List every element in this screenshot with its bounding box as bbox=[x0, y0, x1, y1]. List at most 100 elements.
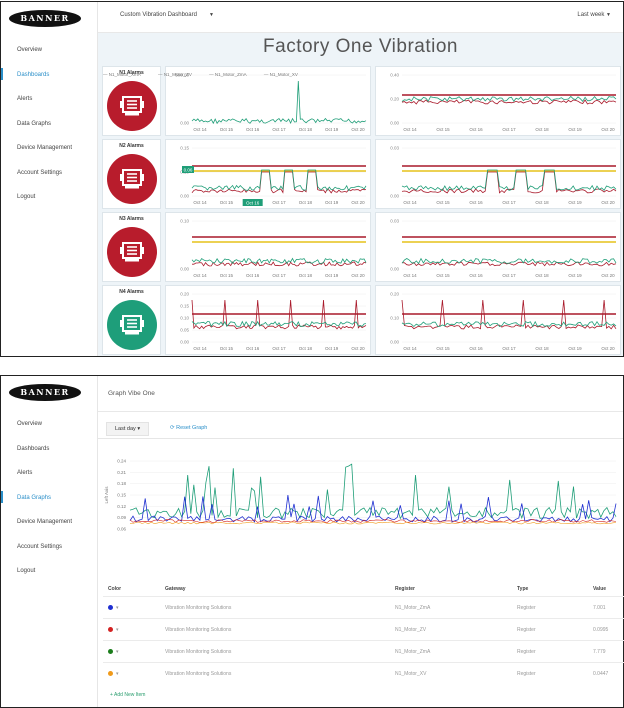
vibration-chart-n1-b[interactable]: 0.40 0.20 0.00 Oct 14 Oct 15 Oct 16 Oct 17 Oct … bbox=[375, 66, 621, 136]
vibration-chart-n2-a[interactable]: 0.150.100.00Oct 14Oct 15Oct 16Oct 17Oct … bbox=[165, 139, 371, 209]
table-row[interactable]: ▾ Vibration Monitoring Solutions N1_Moto… bbox=[103, 640, 624, 663]
caret-icon[interactable]: ▾ bbox=[116, 627, 119, 633]
x-tick-label: Oct 18 bbox=[535, 127, 549, 132]
reset-graph-button[interactable]: ⟳ Reset Graph bbox=[170, 422, 207, 434]
vibration-chart-n2-b[interactable]: 0.03 0.00 Oct 14 Oct 15 Oct 16 Oct 17 Oct 18 Oc… bbox=[375, 139, 621, 209]
x-tick-label: Oct 18 bbox=[535, 200, 549, 205]
vibration-chart-n3-a[interactable]: 0.10 0.00 Oct 14 Oct 15 Oct 16 Oct 17 Oct 18 Oc… bbox=[165, 212, 371, 282]
caret-icon[interactable]: ▾ bbox=[116, 649, 119, 655]
x-tick-label: Oct 18 bbox=[299, 200, 313, 205]
banner-logo: BANNER bbox=[9, 10, 81, 27]
sidebar-item-overview[interactable]: Overview bbox=[1, 419, 97, 444]
legend-item[interactable]: — N1_Motor_XV bbox=[264, 72, 306, 77]
series-line-green bbox=[191, 80, 367, 125]
sidebar-item-data-graphs[interactable]: Data Graphs bbox=[1, 119, 97, 144]
value-cell: 7.001 bbox=[593, 605, 606, 611]
legend-item[interactable]: — N1_Motor_ZV bbox=[158, 72, 200, 77]
dashboard-selector[interactable]: Custom Vibration Dashboard ▼ bbox=[120, 12, 214, 18]
caret-icon[interactable]: ▾ bbox=[116, 671, 119, 677]
y-tick-label: 0.40 bbox=[390, 73, 399, 78]
sidebar-item-device-management[interactable]: Device Management bbox=[1, 143, 97, 168]
y-tick-label: 0.00 bbox=[390, 121, 399, 126]
type-cell: Register bbox=[517, 605, 536, 611]
y-tick-label: 0.05 bbox=[180, 328, 189, 333]
x-tick-label: Oct 15 bbox=[436, 273, 450, 278]
add-item-button[interactable]: + Add New Item bbox=[110, 692, 145, 698]
sidebar-item-alerts[interactable]: Alerts bbox=[1, 94, 97, 119]
y-tick-label: 0.10 bbox=[390, 316, 399, 321]
x-tick-label: Oct 19 bbox=[325, 127, 339, 132]
graph-toolbar: Last day ▾ ⟳ Reset Graph bbox=[98, 422, 623, 436]
sidebar-item-dashboards[interactable]: Dashboards bbox=[1, 67, 97, 95]
y-tick-label: 0.12 bbox=[117, 504, 126, 509]
color-swatch[interactable] bbox=[108, 627, 113, 632]
divider bbox=[98, 438, 623, 439]
range-dropdown[interactable]: Last day ▾ bbox=[106, 422, 150, 436]
alarm-card-n2[interactable]: N2 Alarms bbox=[102, 139, 161, 209]
x-tick-label: Oct 15 bbox=[436, 200, 450, 205]
y-tick-label: 0.00 bbox=[180, 340, 189, 345]
color-swatch[interactable] bbox=[108, 649, 113, 654]
y-tick-label: 0.20 bbox=[180, 292, 189, 297]
alarm-label: N3 Alarms bbox=[119, 216, 144, 222]
sidebar-item-alerts[interactable]: Alerts bbox=[1, 468, 97, 493]
y-tick-label: 0.06 bbox=[117, 527, 126, 532]
page-title: Factory One Vibration bbox=[263, 36, 458, 57]
x-tick-label: Oct 20 bbox=[351, 346, 365, 351]
sidebar-item-overview[interactable]: Overview bbox=[1, 45, 97, 70]
sidebar-item-logout[interactable]: Logout bbox=[1, 192, 97, 217]
range-label: Last day bbox=[115, 426, 136, 432]
period-selector[interactable]: Last week ▼ bbox=[577, 12, 611, 18]
register-cell: N1_Motor_ZmA bbox=[395, 605, 431, 611]
alarm-label: N2 Alarms bbox=[119, 143, 144, 149]
y-tick-label: 0.09 bbox=[117, 515, 126, 520]
series-line-green bbox=[401, 257, 617, 265]
legend-item[interactable]: — N1_Motor_XmA bbox=[103, 72, 149, 77]
sidebar-item-dashboards[interactable]: Dashboards bbox=[1, 444, 97, 469]
x-tick-label: Oct 17 bbox=[272, 346, 286, 351]
y-tick-label: 0.10 bbox=[180, 316, 189, 321]
value-cell: 0.0995 bbox=[593, 627, 609, 633]
alarm-label: N4 Alarms bbox=[119, 289, 144, 295]
dashboard-selector-label: Custom Vibration Dashboard bbox=[120, 12, 197, 18]
legend-item[interactable]: — N1_Motor_ZmA bbox=[209, 72, 255, 77]
sidebar-item-data-graphs[interactable]: Data Graphs bbox=[1, 490, 97, 518]
x-tick-label: Oct 17 bbox=[272, 273, 286, 278]
vibration-line-chart[interactable]: 0.24 0.21 0.18 0.15 0.12 0.09 0.06 Left Axis bbox=[100, 455, 622, 573]
type-cell: Register bbox=[517, 627, 536, 633]
x-tick-label: Oct 18 bbox=[535, 346, 549, 351]
x-tick-label: Oct 20 bbox=[601, 200, 615, 205]
sidebar-item-logout[interactable]: Logout bbox=[1, 566, 97, 591]
table-row[interactable]: ▾ Vibration Monitoring Solutions N1_Moto… bbox=[103, 618, 624, 641]
sidebar: BANNER Overview Dashboards Alerts Data G… bbox=[1, 2, 98, 356]
sidebar-item-account-settings[interactable]: Account Settings bbox=[1, 542, 97, 567]
x-tick-label: Oct 17 bbox=[272, 200, 286, 205]
y-axis-label: Left Axis bbox=[104, 486, 109, 504]
y-tick-label: 0.00 bbox=[390, 340, 399, 345]
alarm-card-n4[interactable]: N4 Alarms bbox=[102, 285, 161, 355]
x-tick-label: Oct 17 bbox=[272, 127, 286, 132]
y-tick-label: 0.00 bbox=[390, 194, 399, 199]
sidebar: BANNER Overview Dashboards Alerts Data G… bbox=[1, 376, 98, 707]
x-tick-label: Oct 20 bbox=[601, 273, 615, 278]
vibration-chart-n3-b[interactable]: 0.03 0.00 Oct 14 Oct 15 Oct 16 Oct 17 Oct 18 Oc… bbox=[375, 212, 621, 282]
vibration-chart-n4-a[interactable]: 0.20 0.15 0.10 0.05 0.00 Oct 14 Oct 15 Oct 16 Oc… bbox=[165, 285, 371, 355]
x-tick-label: Oct 14 bbox=[193, 127, 207, 132]
caret-icon[interactable]: ▾ bbox=[116, 605, 119, 611]
table-row[interactable]: ▾ Vibration Monitoring Solutions N1_Moto… bbox=[103, 596, 624, 619]
column-header: Register bbox=[395, 586, 416, 592]
y-tick-label: 0.03 bbox=[390, 146, 399, 151]
color-swatch[interactable] bbox=[108, 671, 113, 676]
sidebar-item-device-management[interactable]: Device Management bbox=[1, 517, 97, 542]
chevron-down-icon: ▼ bbox=[606, 12, 611, 18]
alarm-card-n3[interactable]: N3 Alarms bbox=[102, 212, 161, 282]
x-tick-label: Oct 20 bbox=[601, 346, 615, 351]
top-bar: Custom Vibration Dashboard ▼ Last week ▼ bbox=[98, 2, 623, 33]
x-tick-label: Oct 14 bbox=[403, 346, 417, 351]
column-header: Gateway bbox=[165, 586, 186, 592]
table-row[interactable]: ▾ Vibration Monitoring Solutions N1_Moto… bbox=[103, 662, 624, 685]
vibration-chart-n4-b[interactable]: 0.20 0.10 0.00 Oct 14 Oct 15 Oct 16 Oct 17 Oct … bbox=[375, 285, 621, 355]
sidebar-item-account-settings[interactable]: Account Settings bbox=[1, 168, 97, 193]
color-swatch[interactable] bbox=[108, 605, 113, 610]
x-tick-label: Oct 18 bbox=[299, 127, 313, 132]
